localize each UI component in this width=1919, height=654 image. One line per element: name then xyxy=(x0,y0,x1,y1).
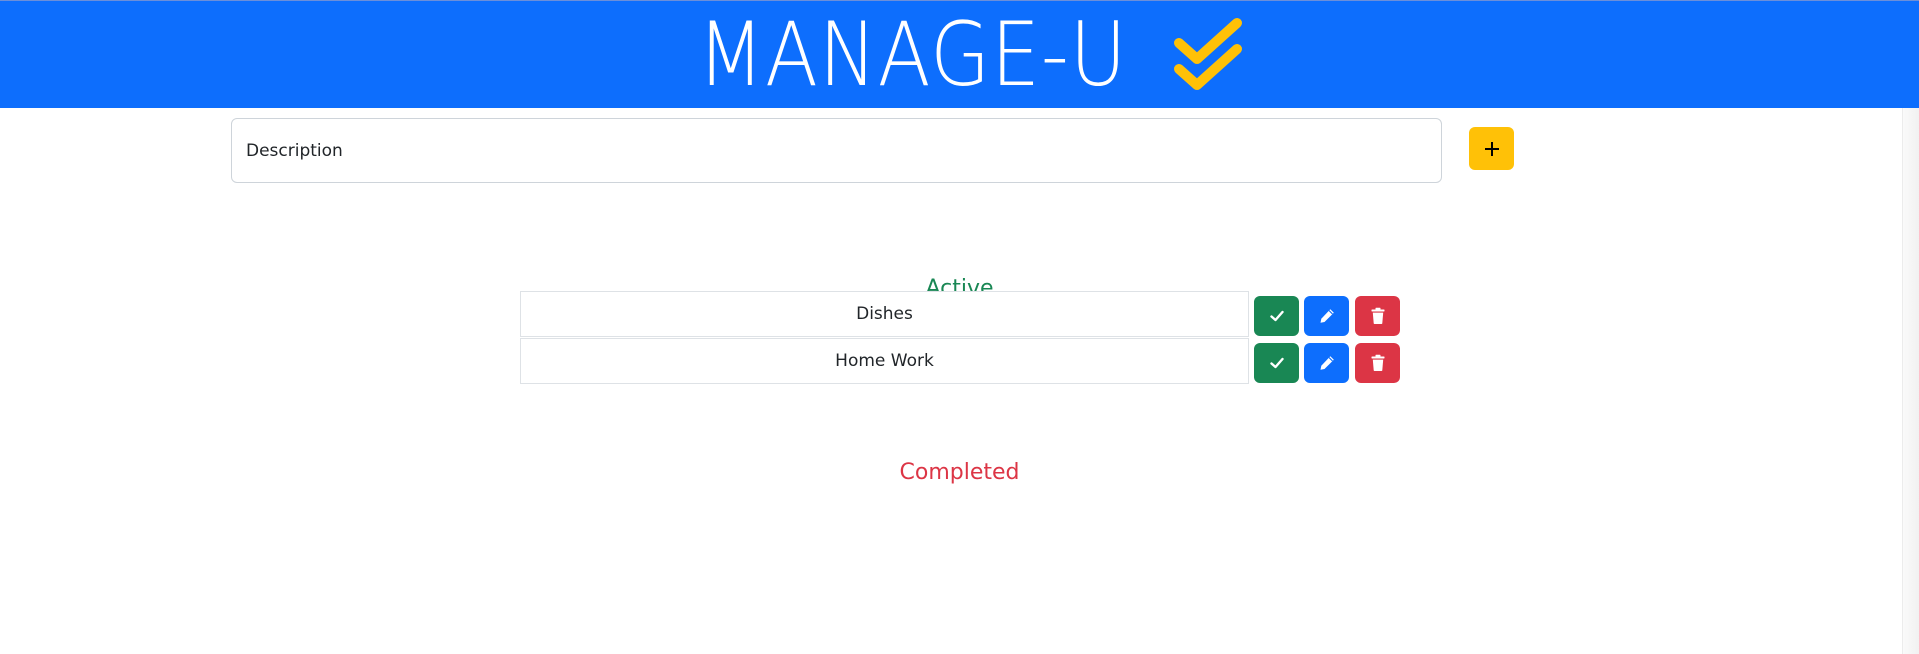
task-row: Dishes xyxy=(520,291,1400,338)
delete-task-button[interactable] xyxy=(1355,343,1400,383)
app-title: MANAGE-U xyxy=(697,3,1128,106)
active-task-list: Dishes Home Work xyxy=(520,291,1400,385)
check-icon xyxy=(1269,310,1284,322)
add-task-button[interactable] xyxy=(1469,127,1514,170)
brand: MANAGE-U xyxy=(0,1,1919,109)
pencil-icon xyxy=(1320,309,1334,323)
description-input[interactable] xyxy=(231,118,1442,183)
plus-icon xyxy=(1484,141,1499,156)
task-row: Home Work xyxy=(520,338,1400,385)
complete-task-button[interactable] xyxy=(1254,296,1299,336)
double-check-icon xyxy=(1173,18,1242,90)
top-navbar: MANAGE-U xyxy=(0,0,1919,108)
delete-task-button[interactable] xyxy=(1355,296,1400,336)
task-description: Home Work xyxy=(520,338,1249,384)
check-icon xyxy=(1269,357,1284,369)
task-description: Dishes xyxy=(520,291,1249,337)
edit-task-button[interactable] xyxy=(1304,296,1349,336)
complete-task-button[interactable] xyxy=(1254,343,1299,383)
vertical-scrollbar[interactable] xyxy=(1902,108,1919,654)
app-page: MANAGE-U Active Dishes xyxy=(0,0,1919,654)
edit-task-button[interactable] xyxy=(1304,343,1349,383)
completed-heading: Completed xyxy=(899,460,1020,485)
trash-icon xyxy=(1371,307,1384,324)
pencil-icon xyxy=(1320,356,1334,370)
trash-icon xyxy=(1371,354,1384,371)
